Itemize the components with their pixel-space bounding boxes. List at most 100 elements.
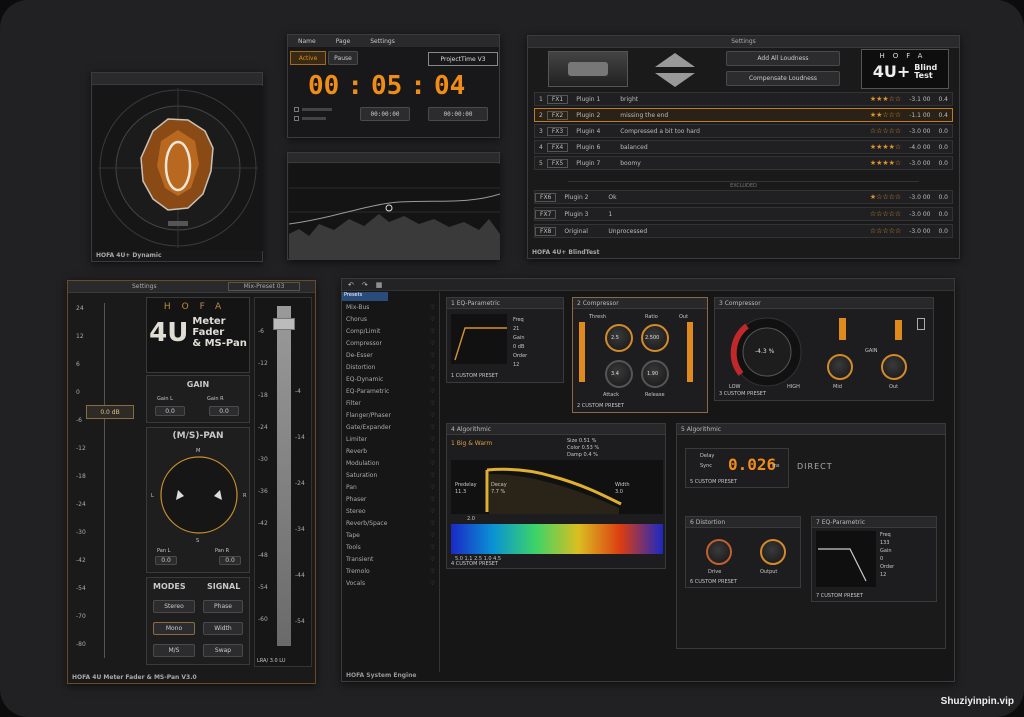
gain-left-input[interactable]: 0.0 — [155, 406, 185, 416]
preset-list-item[interactable]: Limiter ♡ — [342, 433, 439, 445]
add-all-loudness-button[interactable]: Add All Loudness — [726, 51, 840, 66]
row-note[interactable]: bright — [616, 96, 866, 103]
heart-icon[interactable]: ♡ — [430, 568, 435, 575]
preset-list-item[interactable]: De-Esser ♡ — [342, 349, 439, 361]
compensate-loudness-button[interactable]: Compensate Loudness — [726, 71, 840, 86]
signal-swap-button[interactable]: Swap — [203, 644, 243, 657]
preset-list-item[interactable]: Tools ♡ — [342, 541, 439, 553]
preset-list-item[interactable]: EQ-Parametric ♡ — [342, 385, 439, 397]
heart-icon[interactable]: ♡ — [430, 472, 435, 479]
preset-list-item[interactable]: Flanger/Phaser ♡ — [342, 409, 439, 421]
preset-list-item[interactable]: Filter ♡ — [342, 397, 439, 409]
blindtest-title[interactable]: Settings — [731, 38, 756, 45]
heart-icon[interactable]: ♡ — [430, 496, 435, 503]
meter-fader-cap[interactable] — [273, 318, 295, 330]
output-knob[interactable] — [760, 539, 786, 565]
row-note[interactable]: Unprocessed — [604, 228, 865, 235]
heart-icon[interactable]: ♡ — [430, 352, 435, 359]
delay-time-display[interactable]: 0.026 — [728, 455, 776, 474]
timer-menu-name[interactable]: Name — [298, 38, 316, 45]
plugin-row[interactable]: 4 FX4 Plugin 6 balanced ★★★★☆ -4.0 00 0.0 — [534, 140, 953, 154]
gain-right-input[interactable]: 0.0 — [209, 406, 239, 416]
heart-icon[interactable]: ♡ — [430, 388, 435, 395]
heart-icon[interactable]: ♡ — [430, 484, 435, 491]
option-checkbox[interactable] — [294, 107, 299, 112]
signal-phase-button[interactable]: Phase — [203, 600, 243, 613]
bypass-toggle[interactable] — [917, 318, 925, 330]
heart-icon[interactable]: ♡ — [430, 520, 435, 527]
row-rating[interactable]: ★★★★☆ — [866, 143, 905, 151]
preset-list-item[interactable]: Phaser ♡ — [342, 493, 439, 505]
pan-left-input[interactable]: 0.0 — [155, 556, 177, 565]
pan-dial[interactable] — [154, 450, 244, 540]
preset-list-item[interactable]: Distortion ♡ — [342, 361, 439, 373]
heart-icon[interactable]: ♡ — [430, 460, 435, 467]
switch-arrows-icon[interactable] — [650, 51, 700, 89]
preset-list-item[interactable]: Reverb ♡ — [342, 445, 439, 457]
pause-button[interactable]: Pause — [328, 51, 358, 65]
preset-list-item[interactable]: Tremolo ♡ — [342, 565, 439, 577]
plugin-row[interactable]: 1 FX1 Plugin 1 bright ★★★☆☆ -3.1 00 0.4 — [534, 92, 953, 106]
row-rating[interactable]: ☆☆☆☆☆ — [866, 227, 905, 235]
preset-list-item[interactable]: Pan ♡ — [342, 481, 439, 493]
heart-icon[interactable]: ♡ — [430, 544, 435, 551]
row-note[interactable]: Ok — [604, 194, 865, 201]
row-rating[interactable]: ★★★☆☆ — [866, 95, 905, 103]
active-button[interactable]: Active — [290, 51, 326, 65]
heart-icon[interactable]: ♡ — [430, 304, 435, 311]
preset-list-item[interactable]: Gate/Expander ♡ — [342, 421, 439, 433]
heart-icon[interactable]: ♡ — [430, 376, 435, 383]
redo-icon[interactable]: ↷ — [362, 281, 368, 289]
heart-icon[interactable]: ♡ — [430, 424, 435, 431]
heart-icon[interactable]: ♡ — [430, 532, 435, 539]
preset-list-item[interactable]: Chorus ♡ — [342, 313, 439, 325]
timer-menu-page[interactable]: Page — [336, 38, 351, 45]
heart-icon[interactable]: ♡ — [430, 448, 435, 455]
heart-icon[interactable]: ♡ — [430, 316, 435, 323]
row-rating[interactable]: ☆☆☆☆☆ — [866, 210, 905, 218]
preset-list-item[interactable]: Compressor ♡ — [342, 337, 439, 349]
preset-tab[interactable]: Presets — [342, 292, 388, 301]
preset-list-item[interactable]: Comp/Limit ♡ — [342, 325, 439, 337]
undo-icon[interactable]: ↶ — [348, 281, 354, 289]
plugin-row[interactable]: 3 FX3 Plugin 4 Compressed a bit too hard ☆☆☆… — [534, 124, 953, 138]
attack-knob[interactable] — [605, 360, 633, 388]
heart-icon[interactable]: ♡ — [430, 580, 435, 587]
preset-list-item[interactable]: Saturation ♡ — [342, 469, 439, 481]
row-rating[interactable]: ★★★★☆ — [866, 159, 905, 167]
heart-icon[interactable]: ♡ — [430, 400, 435, 407]
out-knob[interactable] — [881, 354, 907, 380]
mode-stereo-button[interactable]: Stereo — [153, 600, 195, 613]
plugin-row[interactable]: 5 FX5 Plugin 7 boomy ★★★★☆ -3.0 00 0.0 — [534, 156, 953, 170]
row-note[interactable]: boomy — [616, 160, 866, 167]
threshold-knob[interactable] — [605, 324, 633, 352]
drive-knob[interactable] — [706, 539, 732, 565]
meter-preset-selector[interactable]: Mix-Preset 03 — [228, 282, 300, 291]
heart-icon[interactable]: ♡ — [430, 556, 435, 563]
pan-right-input[interactable]: 0.0 — [219, 556, 241, 565]
row-note[interactable]: Compressed a bit too hard — [616, 128, 866, 135]
preset-list-item[interactable]: Tape ♡ — [342, 529, 439, 541]
preset-list-item[interactable]: Vocals ♡ — [342, 577, 439, 589]
heart-icon[interactable]: ♡ — [430, 364, 435, 371]
preset-list-item[interactable]: Modulation ♡ — [342, 457, 439, 469]
heart-icon[interactable]: ♡ — [430, 328, 435, 335]
preset-list-item[interactable]: EQ-Dynamic ♡ — [342, 373, 439, 385]
row-note[interactable]: missing the end — [616, 112, 866, 119]
preset-list-item[interactable]: Stereo ♡ — [342, 505, 439, 517]
preset-list-item[interactable]: Transient ♡ — [342, 553, 439, 565]
mode-mono-button[interactable]: Mono — [153, 622, 195, 635]
row-note[interactable]: balanced — [616, 144, 866, 151]
mode-ms-button[interactable]: M/S — [153, 644, 195, 657]
row-rating[interactable]: ☆☆☆☆☆ — [866, 127, 905, 135]
row-note[interactable]: 1 — [604, 211, 865, 218]
signal-width-button[interactable]: Width — [203, 622, 243, 635]
heart-icon[interactable]: ♡ — [430, 412, 435, 419]
fader-value[interactable]: 0.0 dB — [86, 405, 134, 419]
excluded-row[interactable]: FX8 Original Unprocessed ☆☆☆☆☆ -3.0 00 0.0 — [534, 224, 953, 238]
excluded-row[interactable]: FX7 Plugin 3 1 ☆☆☆☆☆ -3.0 00 0.0 — [534, 207, 953, 221]
excluded-row[interactable]: FX6 Plugin 2 Ok ★☆☆☆☆ -3.0 00 0.0 — [534, 190, 953, 204]
meter-settings-menu[interactable]: Settings — [132, 283, 157, 290]
preset-list-item[interactable]: Reverb/Space ♡ — [342, 517, 439, 529]
timer-menu-settings[interactable]: Settings — [370, 38, 395, 45]
